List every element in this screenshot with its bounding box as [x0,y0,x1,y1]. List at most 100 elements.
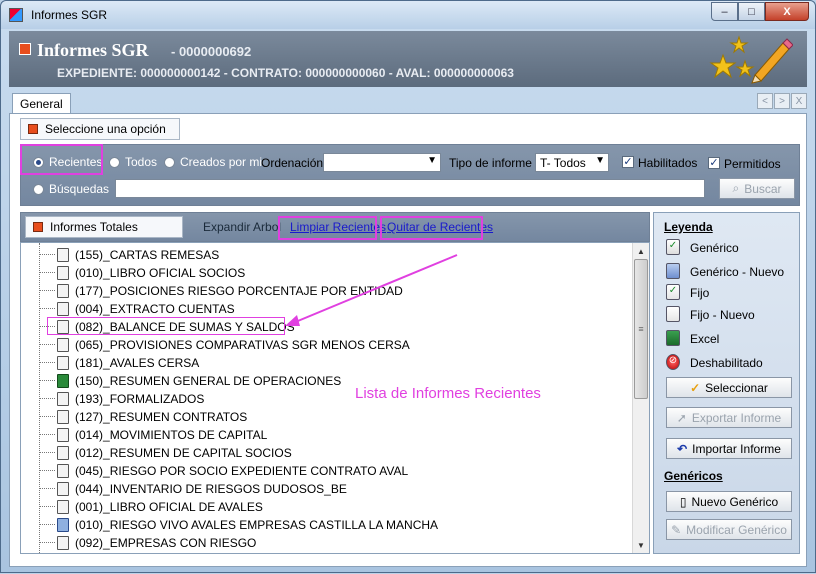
annotation-outline-quitar [380,216,483,240]
tree-item[interactable]: (177)_POSICIONES RIESGO PORCENTAJE POR E… [21,282,621,300]
search-icon: ⌕ [732,181,740,195]
header-subtitle: EXPEDIENTE: 000000000142 - CONTRATO: 000… [57,66,514,80]
tree-connector [39,452,55,453]
tree-item[interactable]: (065)_PROVISIONES COMPARATIVAS SGR MENOS… [21,336,621,354]
ordenacion-label: Ordenación [261,156,324,170]
search-button[interactable]: ⌕ Buscar [719,178,795,199]
edit-generic-button[interactable]: ✎ Modificar Genérico [666,519,792,540]
tree-connector [39,398,55,399]
select-button-label: Seleccionar [705,380,768,395]
radio-busquedas[interactable] [33,184,44,195]
radio-creados[interactable] [164,157,175,168]
tree-connector [39,344,55,345]
tree-item[interactable]: (092)_EMPRESAS CON RIESGO [21,534,621,552]
options-section-label: Seleccione una opción [20,118,180,140]
fixed-doc-icon [57,410,69,424]
tree-connector [39,542,55,543]
fixed-icon: ✓ [666,284,680,300]
tree-item[interactable]: (181)_AVALES CERSA [21,354,621,372]
import-button-label: Importar Informe [692,441,781,456]
fixed-doc-icon [57,392,69,406]
tree-connector [39,362,55,363]
tree-connector [39,470,55,471]
excel-icon [666,330,680,346]
tab-close-button[interactable]: X [791,93,807,109]
tree-connector [39,308,55,309]
legend-item-label: Fijo - Nuevo [690,308,755,322]
tree-item-label: (155)_CARTAS REMESAS [75,248,220,262]
section-bullet-icon [33,222,43,232]
permitidos-checkbox[interactable]: ✓ [708,157,720,169]
permitidos-label: Permitidos [724,157,781,171]
scroll-thumb[interactable]: ≡ [634,259,648,399]
fixed-doc-icon [57,248,69,262]
radio-todos[interactable] [109,157,120,168]
legend-item-label: Fijo [690,286,710,300]
informes-totales-label: Informes Totales [25,216,183,238]
tipo-informe-select[interactable]: T- Todos ▼ [535,153,609,172]
close-button[interactable]: X [765,2,809,21]
tree-item-label: (014)_MOVIMIENTOS DE CAPITAL [75,428,268,442]
export-button-label: Exportar Informe [691,410,782,425]
tab-general[interactable]: General [12,93,71,114]
legend-item-label: Excel [690,332,720,346]
tree-item-label: (092)_EMPRESAS CON RIESGO [75,536,257,550]
annotation-outline-balance [47,317,285,335]
tree-connector [39,434,55,435]
tree-item-label: (181)_AVALES CERSA [75,356,200,370]
tree-item-label: (044)_INVENTARIO DE RIESGOS DUDOSOS_BE [75,482,347,496]
tree-item[interactable]: (014)_MOVIMIENTOS DE CAPITAL [21,426,621,444]
edit-generic-button-label: Modificar Genérico [686,522,787,537]
search-input[interactable] [115,179,705,198]
genericos-title: Genéricos [664,469,723,483]
window-title: Informes SGR [31,8,108,22]
minimize-button[interactable]: – [711,2,738,21]
fixed-doc-icon [57,500,69,514]
tree-item-label: (127)_RESUMEN CONTRATOS [75,410,248,424]
legend-item: ✓ Genérico [666,239,800,257]
radio-todos-label: Todos [125,155,158,169]
tree-item[interactable]: (127)_RESUMEN CONTRATOS [21,408,621,426]
radio-busquedas-label: Búsquedas [49,182,110,196]
tree-connector [39,416,55,417]
tree-connector [39,272,55,273]
maximize-button[interactable]: □ [738,2,765,21]
ordenacion-select[interactable]: ▼ [323,153,441,172]
scroll-up-icon[interactable]: ▲ [633,243,649,259]
select-button[interactable]: ✓ Seleccionar [666,377,792,398]
header-code: - 0000000692 [171,44,252,59]
expand-tree-link[interactable]: Expandir Arbol [203,220,281,234]
tree-scrollbar[interactable]: ▲ ≡ ▼ [632,243,649,553]
fixed-doc-icon [57,302,69,316]
tab-next-button[interactable]: > [774,93,790,109]
tab-prev-button[interactable]: < [757,93,773,109]
stars-pencil-icon [709,35,793,84]
import-button[interactable]: ↶ Importar Informe [666,438,792,459]
tree-item[interactable]: (010)_LIBRO OFICIAL SOCIOS [21,264,621,282]
tree-item[interactable]: (155)_CARTAS REMESAS [21,246,621,264]
tree-item[interactable]: (001)_LIBRO OFICIAL DE AVALES [21,498,621,516]
export-button[interactable]: ➚ Exportar Informe [666,407,792,428]
report-tree[interactable]: (155)_CARTAS REMESAS (010)_LIBRO OFICIAL … [20,242,650,554]
tree-item[interactable]: (012)_RESUMEN DE CAPITAL SOCIOS [21,444,621,462]
tree-connector [39,290,55,291]
tree-item[interactable]: (044)_INVENTARIO DE RIESGOS DUDOSOS_BE [21,480,621,498]
disabled-icon: ⊘ [666,354,680,370]
app-window: Informes SGR – □ X Informes SGR - 000000… [0,0,816,573]
habilitados-checkbox[interactable]: ✓ [622,156,634,168]
edit-icon: ✎ [671,522,682,537]
title-bar: Informes SGR – □ X [1,1,815,29]
tree-item-label: (193)_FORMALIZADOS [75,392,205,406]
checkmark-icon: ✓ [690,380,701,395]
search-button-label: Buscar [744,181,782,196]
tree-item[interactable]: (010)_RIESGO VIVO AVALES EMPRESAS CASTIL… [21,516,621,534]
app-icon [9,8,23,22]
scroll-down-icon[interactable]: ▼ [633,537,649,553]
fixed-doc-icon [57,428,69,442]
excel-icon [57,374,69,388]
tree-item[interactable]: (045)_RIESGO POR SOCIO EXPEDIENTE CONTRA… [21,462,621,480]
tree-item-label: (045)_RIESGO POR SOCIO EXPEDIENTE CONTRA… [75,464,409,478]
new-generic-button[interactable]: ▯ Nuevo Genérico [666,491,792,512]
informes-totales-text: Informes Totales [50,220,138,234]
tree-item[interactable]: (004)_EXTRACTO CUENTAS [21,300,621,318]
